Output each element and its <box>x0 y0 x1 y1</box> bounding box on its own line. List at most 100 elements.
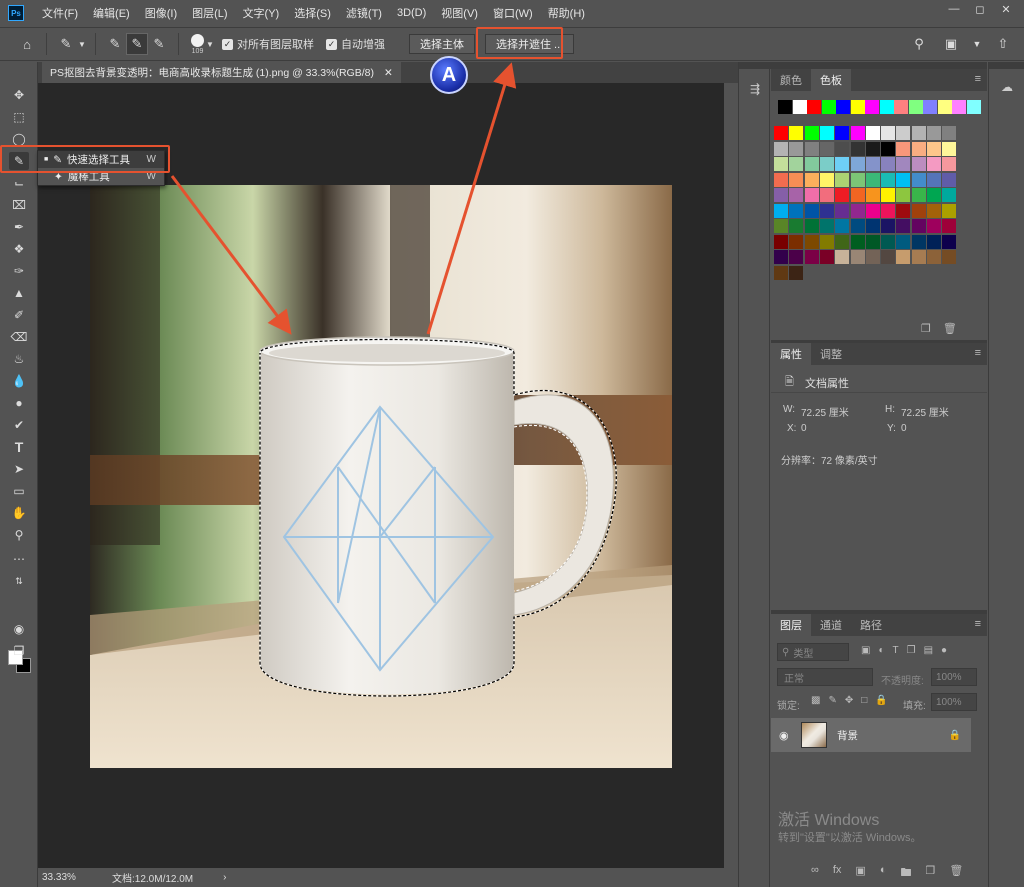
swatch-recent[interactable] <box>894 100 908 114</box>
swatch[interactable] <box>774 234 788 249</box>
swatch[interactable] <box>850 219 865 233</box>
swatch[interactable] <box>774 203 788 218</box>
swatch[interactable] <box>911 188 926 202</box>
swatch[interactable] <box>804 188 819 202</box>
swatch[interactable] <box>911 157 926 171</box>
smart-object-filter-icon[interactable]: ▤ <box>924 645 933 656</box>
swatch[interactable] <box>927 188 941 202</box>
swatch[interactable] <box>774 250 788 264</box>
swatch-recent[interactable] <box>778 100 792 114</box>
swatch[interactable] <box>942 157 957 171</box>
swatch[interactable] <box>850 234 865 249</box>
swatch[interactable] <box>804 141 819 156</box>
swatch[interactable] <box>942 203 957 218</box>
swatch[interactable] <box>835 203 850 218</box>
swatch[interactable] <box>835 157 850 171</box>
lock-paint-icon[interactable]: ✎ <box>828 695 836 706</box>
swatch[interactable] <box>942 219 957 233</box>
swatch-recent[interactable] <box>850 100 865 114</box>
swatch[interactable] <box>789 265 804 280</box>
swatch[interactable] <box>881 126 896 140</box>
swatch-recent[interactable] <box>923 100 937 114</box>
layer-filter-select[interactable]: ⚲ 类型 <box>777 643 849 661</box>
swatch[interactable] <box>927 126 941 140</box>
swatch[interactable] <box>789 172 804 187</box>
swatch[interactable] <box>774 126 788 140</box>
swatch[interactable] <box>789 188 804 202</box>
swatch[interactable] <box>835 126 850 140</box>
chevron-right-icon[interactable]: › <box>223 872 226 883</box>
swatch[interactable] <box>881 157 896 171</box>
swatch[interactable] <box>911 234 926 249</box>
swatch[interactable] <box>927 172 941 187</box>
swatch[interactable] <box>835 219 850 233</box>
history-panel-icon[interactable]: ⇶ <box>746 80 764 98</box>
swatch-recent[interactable] <box>908 100 923 114</box>
tab-paths[interactable]: 路径 <box>851 614 891 636</box>
swatch[interactable] <box>927 203 941 218</box>
width-value[interactable]: 72.25 厘米 <box>801 404 849 419</box>
swatch[interactable] <box>819 157 834 171</box>
swatch[interactable] <box>927 250 941 264</box>
panel-menu-icon[interactable]: ≡ <box>975 618 981 630</box>
x-value[interactable]: 0 <box>801 423 807 434</box>
swatch[interactable] <box>774 188 788 202</box>
swatch[interactable] <box>865 188 880 202</box>
lock-position-icon[interactable]: ✥ <box>845 695 853 706</box>
swatch[interactable] <box>835 172 850 187</box>
swatch[interactable] <box>789 250 804 264</box>
swatch[interactable] <box>896 234 911 249</box>
swatch[interactable] <box>835 250 850 264</box>
swatch[interactable] <box>835 234 850 249</box>
swatch[interactable] <box>789 126 804 140</box>
swatch[interactable] <box>850 188 865 202</box>
swatch-recent[interactable] <box>807 100 821 114</box>
swatch[interactable] <box>804 203 819 218</box>
swatch-recent[interactable] <box>865 100 879 114</box>
layer-style-icon[interactable]: fx <box>833 864 842 883</box>
swatch-recent[interactable] <box>879 100 894 114</box>
swatch-recent[interactable] <box>952 100 966 114</box>
swatch[interactable] <box>804 157 819 171</box>
swatch[interactable] <box>911 172 926 187</box>
swatch[interactable] <box>881 219 896 233</box>
swatch[interactable] <box>865 250 880 264</box>
fill-input[interactable]: 100% <box>931 693 977 711</box>
swatch[interactable] <box>881 203 896 218</box>
swatch[interactable] <box>819 219 834 233</box>
swatch[interactable] <box>774 172 788 187</box>
new-layer-icon[interactable]: ❐ <box>925 864 935 883</box>
blend-mode-select[interactable]: 正常 <box>777 668 873 686</box>
swatch[interactable] <box>927 157 941 171</box>
swatch[interactable] <box>819 126 834 140</box>
swatch[interactable] <box>881 141 896 156</box>
trash-icon[interactable]: 🗑 <box>949 864 963 883</box>
swatch[interactable] <box>850 172 865 187</box>
swatch[interactable] <box>896 219 911 233</box>
swatch[interactable] <box>774 141 788 156</box>
layer-name[interactable]: 背景 <box>837 728 858 743</box>
swatch[interactable] <box>804 234 819 249</box>
pixel-filter-icon[interactable]: ▣ <box>861 645 870 656</box>
y-value[interactable]: 0 <box>901 423 907 434</box>
swatch[interactable] <box>804 172 819 187</box>
swatch[interactable] <box>850 157 865 171</box>
swatch[interactable] <box>819 203 834 218</box>
swatch[interactable] <box>789 141 804 156</box>
new-swatch-icon[interactable]: ❐ <box>921 322 931 335</box>
swatch[interactable] <box>850 203 865 218</box>
opacity-input[interactable]: 100% <box>931 668 977 686</box>
swatch-recent[interactable] <box>937 100 952 114</box>
zoom-level[interactable]: 33.33% <box>42 872 112 883</box>
swatch[interactable] <box>927 141 941 156</box>
lock-all-icon[interactable]: 🔒 <box>875 695 887 706</box>
swatch[interactable] <box>850 250 865 264</box>
swatch[interactable] <box>896 141 911 156</box>
swatch[interactable] <box>896 172 911 187</box>
swatch[interactable] <box>911 219 926 233</box>
tab-swatches[interactable]: 色板 <box>811 69 851 91</box>
swatch[interactable] <box>774 219 788 233</box>
swatch[interactable] <box>942 188 957 202</box>
swatch[interactable] <box>789 219 804 233</box>
swatch[interactable] <box>835 188 850 202</box>
